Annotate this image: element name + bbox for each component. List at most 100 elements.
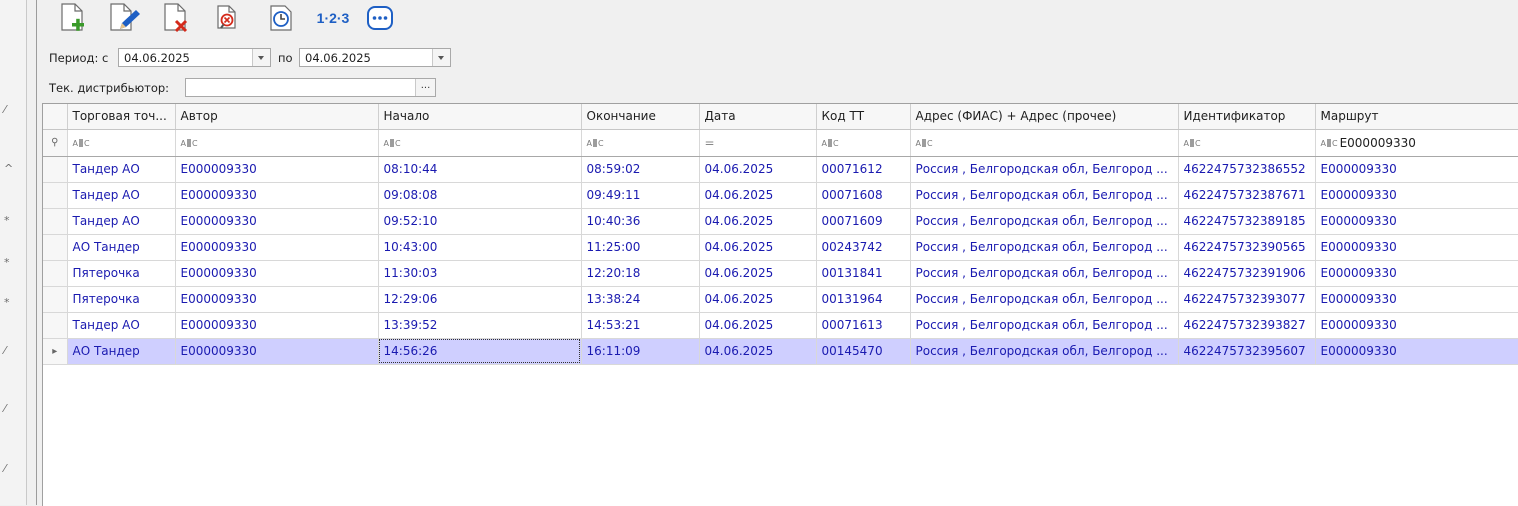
col-header-route[interactable]: Маршрут xyxy=(1315,104,1518,130)
ellipsis-button[interactable]: ... xyxy=(415,79,435,96)
cell-date[interactable]: 04.06.2025 xyxy=(699,286,817,313)
cell-code[interactable]: 00243742 xyxy=(816,234,911,261)
filter-cell[interactable]: A C E000009330 xyxy=(1315,129,1518,157)
cell-code[interactable]: 00145470 xyxy=(816,338,911,365)
view-document-button[interactable] xyxy=(211,1,245,35)
row-indicator[interactable] xyxy=(43,260,68,287)
cell-identifier[interactable]: 4622475732395607 xyxy=(1178,338,1316,365)
cell-date[interactable]: 04.06.2025 xyxy=(699,182,817,209)
filter-cell[interactable]: AC xyxy=(910,129,1179,157)
filter-cell[interactable]: AC xyxy=(581,129,700,157)
col-header-address[interactable]: Адрес (ФИАС) + Адрес (прочее) xyxy=(910,104,1179,130)
cell-end[interactable]: 08:59:02 xyxy=(581,156,700,183)
row-indicator[interactable] xyxy=(43,156,68,183)
cell-outlet[interactable]: АО Тандер xyxy=(67,338,176,365)
cell-author[interactable]: E000009330 xyxy=(175,234,379,261)
row-indicator[interactable] xyxy=(43,208,68,235)
chevron-icon[interactable]: ⁄ xyxy=(4,345,6,357)
cell-end[interactable]: 10:40:36 xyxy=(581,208,700,235)
cell-start[interactable]: 11:30:03 xyxy=(378,260,582,287)
cell-start[interactable]: 09:52:10 xyxy=(378,208,582,235)
col-header-end[interactable]: Окончание xyxy=(581,104,700,130)
cell-start[interactable]: 14:56:26 xyxy=(378,338,582,365)
cell-start[interactable]: 10:43:00 xyxy=(378,234,582,261)
cell-route[interactable]: E000009330 xyxy=(1315,208,1518,235)
cell-identifier[interactable]: 4622475732390565 xyxy=(1178,234,1316,261)
cell-address[interactable]: Россия , Белгородская обл, Белгород ... xyxy=(910,156,1179,183)
cell-route[interactable]: E000009330 xyxy=(1315,182,1518,209)
cell-code[interactable]: 00071613 xyxy=(816,312,911,339)
table-row[interactable]: Тандер АО E000009330 09:52:10 10:40:36 04.06… xyxy=(43,208,1518,235)
filter-cell[interactable]: AC xyxy=(67,129,176,157)
star-icon[interactable]: * xyxy=(4,257,10,269)
cell-end[interactable]: 12:20:18 xyxy=(581,260,700,287)
cell-end[interactable]: 16:11:09 xyxy=(581,338,700,365)
cell-address[interactable]: Россия , Белгородская обл, Белгород ... xyxy=(910,260,1179,287)
table-row[interactable]: ▸ АО Тандер E000009330 14:56:26 16:11:09 04.0… xyxy=(43,338,1518,365)
filter-cell[interactable]: AC xyxy=(816,129,911,157)
col-header-author[interactable]: Автор xyxy=(175,104,379,130)
cell-identifier[interactable]: 4622475732389185 xyxy=(1178,208,1316,235)
cell-route[interactable]: E000009330 xyxy=(1315,156,1518,183)
cell-start[interactable]: 13:39:52 xyxy=(378,312,582,339)
cell-date[interactable]: 04.06.2025 xyxy=(699,234,817,261)
cell-date[interactable]: 04.06.2025 xyxy=(699,338,817,365)
chevron-icon[interactable]: ⁄ xyxy=(4,403,6,415)
edit-document-button[interactable] xyxy=(106,1,146,35)
cell-route[interactable]: E000009330 xyxy=(1315,286,1518,313)
cell-address[interactable]: Россия , Белгородская обл, Белгород ... xyxy=(910,208,1179,235)
col-header-code[interactable]: Код ТТ xyxy=(816,104,911,130)
cell-author[interactable]: E000009330 xyxy=(175,312,379,339)
cell-end[interactable]: 14:53:21 xyxy=(581,312,700,339)
cell-identifier[interactable]: 4622475732386552 xyxy=(1178,156,1316,183)
cell-end[interactable]: 13:38:24 xyxy=(581,286,700,313)
more-button[interactable] xyxy=(363,1,397,35)
delete-document-button[interactable] xyxy=(159,1,195,35)
add-document-button[interactable] xyxy=(56,1,90,35)
cell-date[interactable]: 04.06.2025 xyxy=(699,208,817,235)
chevron-icon[interactable]: ⁄ xyxy=(4,104,6,116)
table-row[interactable]: Пятерочка E000009330 12:29:06 13:38:24 04.06… xyxy=(43,286,1518,313)
cell-outlet[interactable]: Пятерочка xyxy=(67,286,176,313)
row-indicator[interactable] xyxy=(43,234,68,261)
history-button[interactable] xyxy=(263,1,299,35)
row-indicator[interactable]: ▸ xyxy=(43,338,68,365)
cell-start[interactable]: 12:29:06 xyxy=(378,286,582,313)
cell-code[interactable]: 00131841 xyxy=(816,260,911,287)
cell-route[interactable]: E000009330 xyxy=(1315,338,1518,365)
cell-address[interactable]: Россия , Белгородская обл, Белгород ... xyxy=(910,312,1179,339)
cell-code[interactable]: 00071608 xyxy=(816,182,911,209)
period-to-dropdown[interactable]: 04.06.2025 xyxy=(299,48,451,67)
cell-code[interactable]: 00131964 xyxy=(816,286,911,313)
period-from-dropdown[interactable]: 04.06.2025 xyxy=(118,48,271,67)
chevron-down-icon[interactable] xyxy=(432,49,450,66)
cell-outlet[interactable]: Пятерочка xyxy=(67,260,176,287)
cell-author[interactable]: E000009330 xyxy=(175,182,379,209)
filter-cell[interactable]: AC xyxy=(1178,129,1316,157)
cell-start[interactable]: 09:08:08 xyxy=(378,182,582,209)
cell-address[interactable]: Россия , Белгородская обл, Белгород ... xyxy=(910,182,1179,209)
cell-date[interactable]: 04.06.2025 xyxy=(699,260,817,287)
cell-outlet[interactable]: АО Тандер xyxy=(67,234,176,261)
col-header-identifier[interactable]: Идентификатор xyxy=(1178,104,1316,130)
cell-outlet[interactable]: Тандер АО xyxy=(67,208,176,235)
col-header-outlet[interactable]: Торговая точ... xyxy=(67,104,176,130)
cell-code[interactable]: 00071609 xyxy=(816,208,911,235)
row-indicator[interactable] xyxy=(43,182,68,209)
chevron-down-icon[interactable] xyxy=(252,49,270,66)
cell-route[interactable]: E000009330 xyxy=(1315,234,1518,261)
filter-cell[interactable]: AC xyxy=(175,129,379,157)
row-indicator[interactable] xyxy=(43,312,68,339)
cell-address[interactable]: Россия , Белгородская обл, Белгород ... xyxy=(910,234,1179,261)
cell-address[interactable]: Россия , Белгородская обл, Белгород ... xyxy=(910,338,1179,365)
col-header-start[interactable]: Начало xyxy=(378,104,582,130)
cell-outlet[interactable]: Тандер АО xyxy=(67,182,176,209)
filter-cell[interactable]: = xyxy=(699,129,817,157)
cell-outlet[interactable]: Тандер АО xyxy=(67,156,176,183)
table-row[interactable]: Тандер АО E000009330 08:10:44 08:59:02 04.06… xyxy=(43,156,1518,183)
table-row[interactable]: Тандер АО E000009330 09:08:08 09:49:11 04.06… xyxy=(43,182,1518,209)
cell-end[interactable]: 11:25:00 xyxy=(581,234,700,261)
chevron-icon[interactable]: ^ xyxy=(4,163,13,175)
cell-identifier[interactable]: 4622475732391906 xyxy=(1178,260,1316,287)
cell-author[interactable]: E000009330 xyxy=(175,260,379,287)
